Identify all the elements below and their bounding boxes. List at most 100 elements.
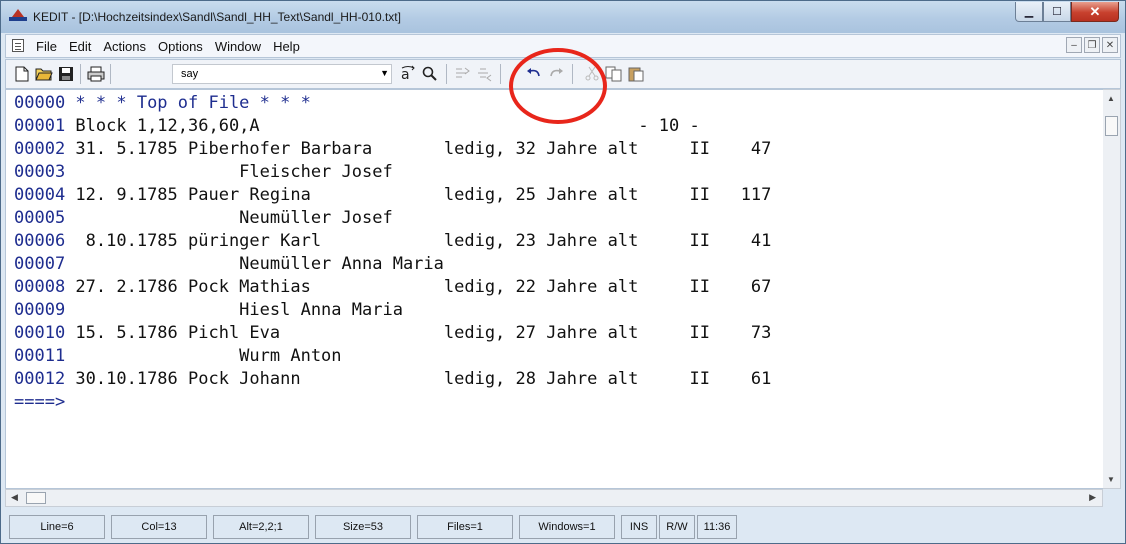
save-icon <box>59 67 73 81</box>
menu-file[interactable]: File <box>36 39 57 54</box>
line-text: Hiesl Anna Maria <box>65 300 403 320</box>
annotation-circle <box>509 48 607 124</box>
svg-text:a: a <box>401 67 410 83</box>
block-right-button[interactable] <box>474 64 494 84</box>
close-button[interactable]: ✕ <box>1071 2 1119 22</box>
line-number: 00010 <box>14 323 66 343</box>
line-text: Fleischer Josef <box>65 162 393 182</box>
doc-restore-button[interactable]: ❐ <box>1084 37 1100 53</box>
line-text: 8.10.1785 püringer Karl ledig, 23 Jahre … <box>65 231 772 251</box>
line-text: Block 1,12,36,60,A - 10 - <box>65 116 700 136</box>
shift-right-icon <box>478 68 492 82</box>
editor-line: 00002 31. 5.1785 Piberhofer Barbara ledi… <box>14 138 771 160</box>
editor-line: 00007 Neumüller Anna Maria <box>14 253 444 275</box>
maximize-button[interactable]: ☐ <box>1043 2 1071 22</box>
line-text: * * * Top of File * * * <box>65 93 311 113</box>
menu-actions[interactable]: Actions <box>103 39 146 54</box>
line-text: Neumüller Josef <box>65 208 393 228</box>
line-number: 00002 <box>14 139 66 159</box>
menu-items: File Edit Actions Options Window Help <box>36 39 300 54</box>
line-number: 00008 <box>14 277 66 297</box>
status-size: Size=53 <box>315 515 411 539</box>
find-button[interactable]: a <box>398 64 418 84</box>
line-text: 15. 5.1786 Pichl Eva ledig, 27 Jahre alt… <box>65 323 772 343</box>
toolbar-separator <box>80 64 81 84</box>
minimize-button[interactable]: ▁ <box>1015 2 1043 22</box>
menu-options[interactable]: Options <box>158 39 203 54</box>
maximize-icon: ☐ <box>1052 6 1062 18</box>
editor-line: 00003 Fleischer Josef <box>14 161 393 183</box>
document-menu-icon[interactable] <box>12 39 24 52</box>
scroll-down-icon[interactable]: ▼ <box>1107 475 1115 484</box>
block-left-button[interactable] <box>452 64 472 84</box>
print-icon <box>87 66 105 82</box>
editor-line: 00005 Neumüller Josef <box>14 207 393 229</box>
doc-close-button[interactable]: ✕ <box>1102 37 1118 53</box>
line-text: Wurm Anton <box>65 346 342 366</box>
window-title: KEDIT - [D:\Hochzeitsindex\Sandl\Sandl_H… <box>33 10 401 24</box>
editor-line: 00008 27. 2.1786 Pock Mathias ledig, 22 … <box>14 276 771 298</box>
new-file-button[interactable] <box>12 64 32 84</box>
paste-icon <box>628 67 644 82</box>
editor-line: 00009 Hiesl Anna Maria <box>14 299 403 321</box>
line-text: 30.10.1786 Pock Johann ledig, 28 Jahre a… <box>65 369 772 389</box>
line-number: 00007 <box>14 254 66 274</box>
menu-window[interactable]: Window <box>215 39 261 54</box>
toolbar-separator <box>110 64 111 84</box>
vertical-scrollbar[interactable]: ▲ ▼ <box>1103 89 1121 489</box>
command-prompt: ====> <box>14 392 66 412</box>
find-icon: a <box>401 65 415 83</box>
copy-button[interactable] <box>604 64 624 84</box>
status-col: Col=13 <box>111 515 207 539</box>
line-number: 00001 <box>14 116 66 136</box>
shift-left-icon <box>456 67 470 78</box>
document-window-controls: – ❐ ✕ <box>1066 37 1118 53</box>
scroll-left-icon[interactable]: ◀ <box>11 492 18 503</box>
editor-line: 00006 8.10.1785 püringer Karl ledig, 23 … <box>14 230 771 252</box>
menu-help[interactable]: Help <box>273 39 300 54</box>
horizontal-scrollbar[interactable]: ◀ ▶ <box>5 489 1103 507</box>
line-number: 00012 <box>14 369 66 389</box>
doc-minimize-button[interactable]: – <box>1066 37 1082 53</box>
vertical-scroll-thumb[interactable] <box>1105 116 1118 136</box>
editor-line: 00010 15. 5.1786 Pichl Eva ledig, 27 Jah… <box>14 322 771 344</box>
editor-line: 00012 30.10.1786 Pock Johann ledig, 28 J… <box>14 368 771 390</box>
status-read-write: R/W <box>659 515 695 539</box>
print-button[interactable] <box>86 64 106 84</box>
editor-line: 00001 Block 1,12,36,60,A - 10 - <box>14 115 700 137</box>
line-number: 00006 <box>14 231 66 251</box>
search-combo[interactable]: say ▼ <box>172 64 392 84</box>
minimize-icon: ▁ <box>1024 6 1034 18</box>
line-text: 12. 9.1785 Pauer Regina ledig, 25 Jahre … <box>65 185 772 205</box>
new-file-icon <box>15 66 29 82</box>
scroll-right-icon[interactable]: ▶ <box>1089 492 1096 503</box>
status-bar: Line=6 Col=13 Alt=2,2;1 Size=53 Files=1 … <box>5 513 1121 541</box>
status-alt: Alt=2,2;1 <box>213 515 309 539</box>
line-number: 00003 <box>14 162 66 182</box>
menu-edit[interactable]: Edit <box>69 39 91 54</box>
command-line[interactable]: ====> <box>14 391 65 413</box>
toolbar-separator <box>500 64 501 84</box>
status-time: 11:36 <box>697 515 737 539</box>
search-button[interactable] <box>420 64 440 84</box>
line-text: 31. 5.1785 Piberhofer Barbara ledig, 32 … <box>65 139 772 159</box>
search-icon <box>422 66 437 81</box>
title-bar[interactable]: KEDIT - [D:\Hochzeitsindex\Sandl\Sandl_H… <box>1 1 1125 33</box>
line-number: 00004 <box>14 185 66 205</box>
line-number: 00009 <box>14 300 66 320</box>
search-value: say <box>181 68 199 80</box>
open-file-button[interactable] <box>34 64 54 84</box>
text-editor[interactable]: 00000 * * * Top of File * * * 00001 Bloc… <box>5 89 1103 489</box>
horizontal-scroll-thumb[interactable] <box>26 492 46 504</box>
window-controls: ▁ ☐ ✕ <box>1015 2 1119 22</box>
save-button[interactable] <box>56 64 76 84</box>
close-icon: ✕ <box>1089 3 1101 19</box>
copy-icon <box>605 66 622 82</box>
chevron-down-icon[interactable]: ▼ <box>380 68 389 78</box>
open-folder-icon <box>35 68 53 81</box>
kedit-app-icon[interactable] <box>9 9 27 21</box>
line-text: 27. 2.1786 Pock Mathias ledig, 22 Jahre … <box>65 277 772 297</box>
paste-button[interactable] <box>626 64 646 84</box>
minimize-icon: – <box>1071 39 1077 51</box>
scroll-up-icon[interactable]: ▲ <box>1107 94 1115 103</box>
